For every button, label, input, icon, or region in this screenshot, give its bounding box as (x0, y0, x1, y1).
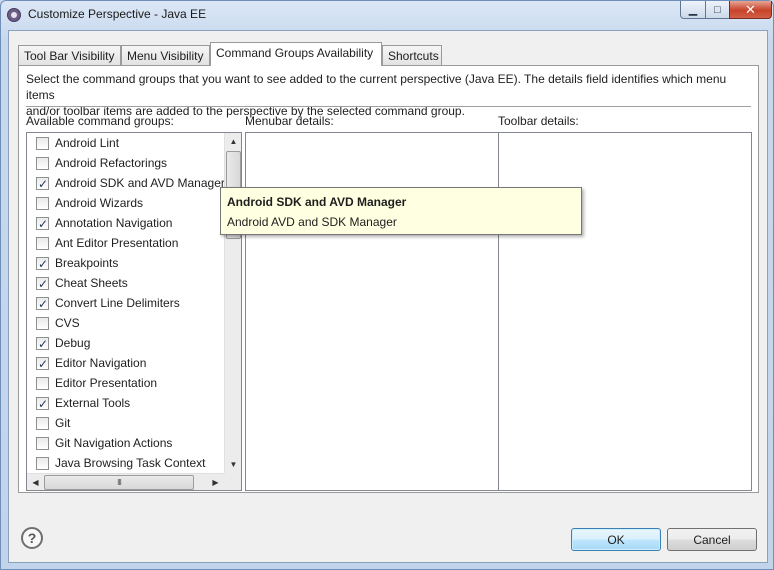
eclipse-app-icon (7, 8, 21, 22)
command-group-label: Cheat Sheets (55, 276, 128, 290)
command-groups-list[interactable]: Android Lint Android Refactorings Android … (26, 132, 242, 491)
tooltip-title: Android SDK and AVD Manager (227, 195, 407, 209)
list-horizontal-scrollbar[interactable]: ◀ III ▶ (27, 473, 224, 490)
command-group-item[interactable]: CVS (27, 313, 224, 333)
maximize-button[interactable]: □ (705, 1, 730, 19)
command-group-label: Debug (55, 336, 91, 350)
horizontal-scroll-thumb[interactable]: III (44, 475, 194, 490)
tab-menu-visibility[interactable]: Menu Visibility (121, 45, 210, 65)
toolbar-details-label: Toolbar details: (498, 114, 579, 128)
minimize-button[interactable]: ▁ (680, 1, 706, 19)
command-group-checkbox[interactable] (36, 334, 49, 354)
list-vertical-scrollbar[interactable]: ▲ ▼ (224, 133, 241, 473)
command-group-checkbox[interactable] (36, 157, 49, 170)
command-group-label: Breakpoints (55, 256, 119, 270)
command-group-checkbox[interactable] (36, 197, 49, 210)
dialog-client-area: Tool Bar Visibility Menu Visibility Comm… (8, 30, 768, 563)
command-group-checkbox[interactable] (36, 254, 49, 274)
window-title: Customize Perspective - Java EE (28, 7, 207, 21)
command-group-item[interactable]: Convert Line Delimiters (27, 293, 224, 314)
command-group-item[interactable]: Android SDK and AVD Manager (27, 173, 225, 194)
separator (26, 106, 751, 107)
command-group-checkbox[interactable] (36, 214, 49, 234)
tab-shortcuts[interactable]: Shortcuts (382, 45, 442, 65)
command-group-label: Git Navigation Actions (55, 436, 173, 450)
title-bar: Customize Perspective - Java EE ▁ □ ✕ (1, 1, 773, 29)
command-group-item[interactable]: External Tools (27, 393, 224, 414)
command-group-label: Android Wizards (55, 196, 144, 210)
command-group-item[interactable]: Editor Navigation (27, 353, 224, 374)
command-group-label: External Tools (55, 396, 131, 410)
command-group-label: Android Lint (55, 136, 120, 150)
cancel-button[interactable]: Cancel (667, 528, 757, 551)
command-group-label: Git (55, 416, 71, 430)
scroll-right-arrow[interactable]: ▶ (207, 474, 224, 490)
command-group-label: Editor Navigation (55, 356, 147, 370)
command-group-checkbox[interactable] (36, 417, 49, 430)
menubar-details-pane[interactable] (245, 132, 499, 491)
command-group-label: CVS (55, 316, 80, 330)
command-group-label: Convert Line Delimiters (55, 296, 180, 310)
command-group-item[interactable]: Android Lint (27, 133, 224, 153)
command-group-item[interactable]: Editor Presentation (27, 373, 224, 393)
command-group-checkbox[interactable] (36, 237, 49, 250)
command-group-checkbox[interactable] (36, 294, 49, 314)
command-group-checkbox[interactable] (36, 354, 49, 374)
tooltip-body: Android AVD and SDK Manager (227, 215, 397, 229)
description-line-1: Select the command groups that you want … (26, 72, 727, 102)
scroll-corner (224, 473, 241, 490)
scroll-down-arrow[interactable]: ▼ (225, 456, 241, 473)
command-group-label: Android Refactorings (55, 156, 168, 170)
command-group-checkbox[interactable] (36, 377, 49, 390)
command-group-checkbox[interactable] (36, 457, 49, 470)
command-group-label: Android SDK and AVD Manager (55, 176, 225, 190)
command-group-tooltip: Android SDK and AVD Manager Android AVD … (220, 187, 582, 235)
command-group-checkbox[interactable] (36, 137, 49, 150)
command-group-item[interactable]: Android Wizards (27, 193, 224, 213)
command-group-item[interactable]: Ant Editor Presentation (27, 233, 224, 253)
command-group-item[interactable]: Android Refactorings (27, 153, 224, 173)
command-group-item[interactable]: Java Browsing Task Context (27, 453, 224, 473)
command-group-checkbox[interactable] (36, 394, 49, 414)
command-group-label: Ant Editor Presentation (55, 236, 179, 250)
command-groups-panel: Select the command groups that you want … (18, 65, 759, 493)
scroll-up-arrow[interactable]: ▲ (225, 133, 241, 150)
command-group-checkbox[interactable] (36, 437, 49, 450)
command-group-checkbox[interactable] (36, 317, 49, 330)
command-group-checkbox[interactable] (36, 274, 49, 294)
scroll-left-arrow[interactable]: ◀ (27, 474, 44, 490)
menubar-details-label: Menubar details: (245, 114, 334, 128)
command-group-item[interactable]: Git (27, 413, 224, 433)
help-icon[interactable]: ? (21, 527, 43, 549)
command-group-item[interactable]: Breakpoints (27, 253, 224, 274)
customize-perspective-dialog: Customize Perspective - Java EE ▁ □ ✕ To… (0, 0, 774, 570)
tab-command-groups-availability[interactable]: Command Groups Availability (210, 42, 382, 66)
tab-tool-bar-visibility[interactable]: Tool Bar Visibility (18, 45, 121, 65)
command-groups-items: Android Lint Android Refactorings Android … (27, 133, 225, 473)
command-group-label: Annotation Navigation (55, 216, 173, 230)
command-group-item[interactable]: Git Navigation Actions (27, 433, 224, 453)
close-button[interactable]: ✕ (729, 1, 772, 19)
ok-button[interactable]: OK (571, 528, 661, 551)
command-group-label: Java Browsing Task Context (55, 456, 206, 470)
command-group-label: Editor Presentation (55, 376, 158, 390)
command-group-item[interactable]: Annotation Navigation (27, 213, 224, 234)
panel-description: Select the command groups that you want … (26, 71, 756, 119)
toolbar-details-pane[interactable] (498, 132, 752, 491)
available-command-groups-label: Available command groups: (26, 114, 174, 128)
command-group-item[interactable]: Cheat Sheets (27, 273, 224, 294)
command-group-item[interactable]: Debug (27, 333, 224, 354)
command-group-checkbox[interactable] (36, 174, 49, 194)
